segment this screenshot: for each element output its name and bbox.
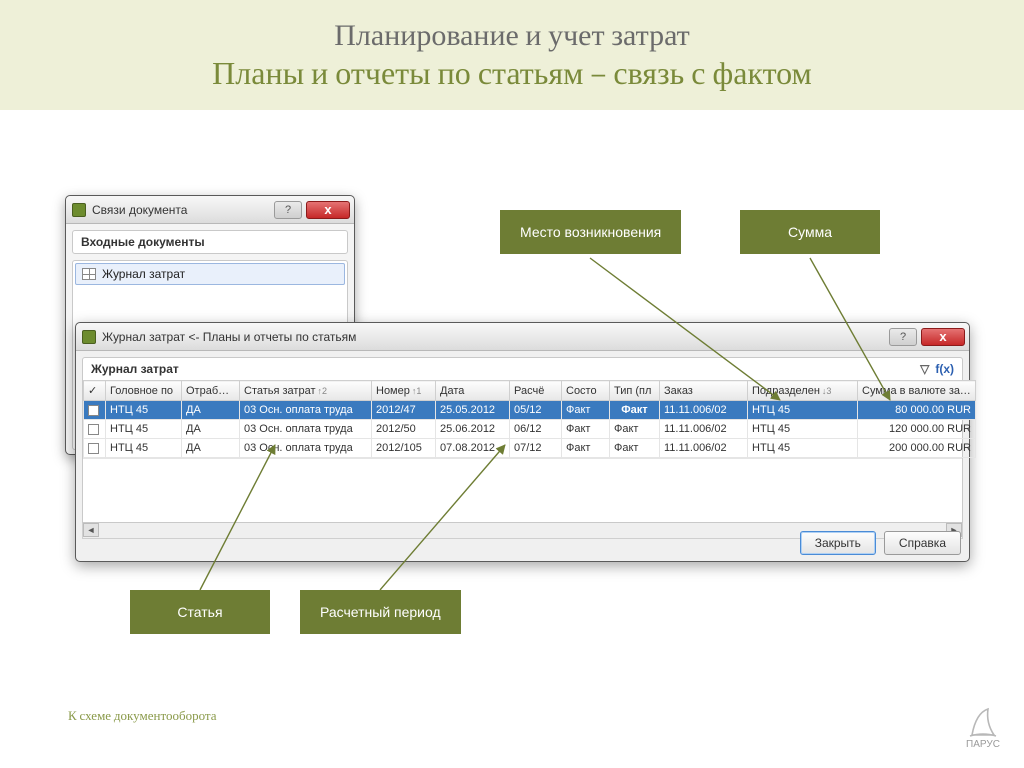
table-row[interactable]: НТЦ 45ДА03 Осн. оплата труда2012/10507.0…: [84, 439, 976, 458]
schema-link[interactable]: К схеме документооборота: [68, 708, 217, 724]
callout-period: Расчетный период: [300, 590, 461, 634]
grid-empty-area: [83, 458, 962, 522]
col-type[interactable]: Тип (пл: [610, 381, 660, 401]
section-incoming-docs: Входные документы: [72, 230, 348, 254]
table-row[interactable]: НТЦ 45ДА03 Осн. оплата труда2012/4725.05…: [84, 401, 976, 420]
logo-caption: ПАРУС: [966, 739, 1000, 750]
col-date[interactable]: Дата: [436, 381, 510, 401]
fx-button[interactable]: f(x): [935, 362, 954, 376]
close-button[interactable]: Закрыть: [800, 531, 876, 555]
col-article[interactable]: Статья затрат↑2: [240, 381, 372, 401]
row-checkbox[interactable]: [88, 405, 99, 416]
titlebar[interactable]: Журнал затрат <- Планы и отчеты по стать…: [76, 323, 969, 351]
sort-icon: ↑1: [412, 386, 422, 396]
callout-place: Место возникновения: [500, 210, 681, 254]
parus-logo: ПАРУС: [966, 705, 1000, 750]
col-order[interactable]: Заказ: [660, 381, 748, 401]
panel-header: Журнал затрат ▽ f(x): [82, 357, 963, 380]
callout-amount: Сумма: [740, 210, 880, 254]
filter-icon[interactable]: ▽: [920, 362, 929, 376]
col-dept[interactable]: Подразделен↓3: [748, 381, 858, 401]
grid-icon: [82, 268, 96, 280]
help-button[interactable]: ?: [889, 328, 917, 346]
dialog-title: Связи документа: [92, 203, 274, 217]
slide-title: Планирование и учет затрат: [0, 18, 1024, 53]
scroll-left-icon[interactable]: ◄: [83, 523, 99, 537]
col-number[interactable]: Номер↑1: [372, 381, 436, 401]
titlebar[interactable]: Связи документа ? x: [66, 196, 354, 224]
dialog-title: Журнал затрат <- Планы и отчеты по стать…: [102, 330, 889, 344]
panel-title: Журнал затрат: [91, 362, 179, 376]
row-checkbox[interactable]: [88, 424, 99, 435]
sort-icon: ↑2: [318, 386, 328, 396]
col-amount[interactable]: Сумма в валюте затра: [858, 381, 976, 401]
close-button[interactable]: x: [306, 201, 350, 219]
dialog-cost-journal: Журнал затрат <- Планы и отчеты по стать…: [75, 322, 970, 562]
help-button[interactable]: ?: [274, 201, 302, 219]
close-button[interactable]: x: [921, 328, 965, 346]
grid: ✓ Головное по Отработан Статья затрат↑2 …: [82, 380, 963, 523]
list-item[interactable]: Журнал затрат: [75, 263, 345, 285]
slide-header: Планирование и учет затрат Планы и отчет…: [0, 0, 1024, 110]
col-hq[interactable]: Головное по: [106, 381, 182, 401]
callout-article: Статья: [130, 590, 270, 634]
grid-header-row: ✓ Головное по Отработан Статья затрат↑2 …: [84, 381, 976, 401]
journal-icon: [82, 330, 96, 344]
slide-subtitle: Планы и отчеты по статьям – связь с факт…: [0, 55, 1024, 92]
help-button[interactable]: Справка: [884, 531, 961, 555]
col-calc[interactable]: Расчё: [510, 381, 562, 401]
col-check[interactable]: ✓: [84, 381, 106, 401]
sort-icon: ↓3: [822, 386, 832, 396]
table-row[interactable]: НТЦ 45ДА03 Осн. оплата труда2012/5025.06…: [84, 420, 976, 439]
row-checkbox[interactable]: [88, 443, 99, 454]
list-item-label: Журнал затрат: [102, 267, 185, 281]
col-processed[interactable]: Отработан: [182, 381, 240, 401]
links-icon: [72, 203, 86, 217]
col-status[interactable]: Состо: [562, 381, 610, 401]
